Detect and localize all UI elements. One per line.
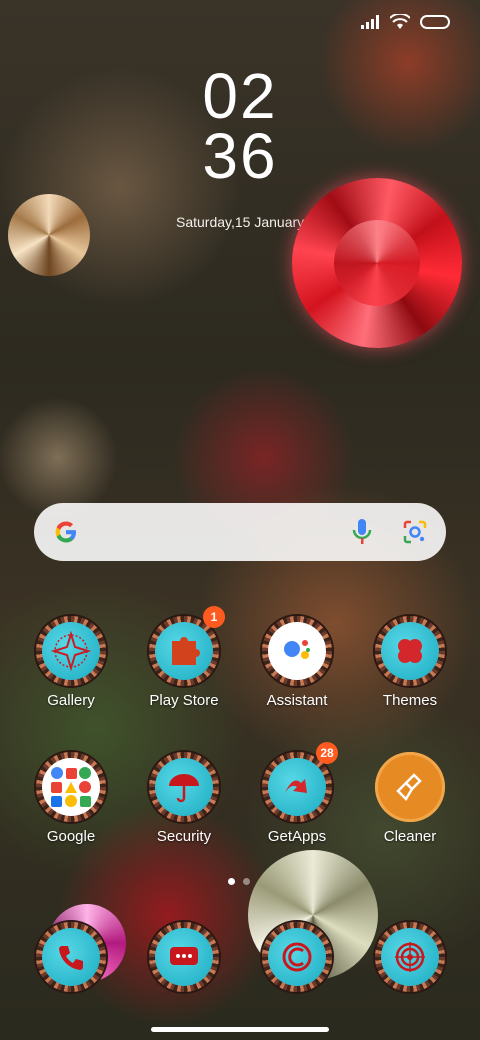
app-security[interactable]: Security	[134, 752, 234, 845]
status-bar	[360, 14, 450, 30]
wifi-icon	[390, 14, 410, 29]
page-dot	[243, 878, 250, 885]
app-assistant[interactable]: Assistant	[247, 616, 347, 709]
themes-icon	[381, 622, 439, 680]
notification-badge: 1	[203, 606, 225, 628]
page-dot-active	[228, 878, 235, 885]
microphone-icon[interactable]	[352, 518, 372, 546]
google-search-bar[interactable]	[34, 503, 446, 561]
lock-clock: 02 36	[0, 60, 480, 192]
app-gallery[interactable]: Gallery	[21, 616, 121, 709]
notification-badge: 28	[316, 742, 338, 764]
app-play-store[interactable]: 1 Play Store	[134, 606, 234, 709]
app-cleaner[interactable]: Cleaner	[360, 752, 460, 845]
wallpaper-red-gem	[292, 178, 462, 348]
clock-minute: 36	[202, 120, 278, 192]
app-label: Themes	[382, 692, 438, 709]
lens-icon[interactable]	[402, 519, 428, 545]
app-label: GetApps	[267, 828, 327, 845]
google-g-icon	[55, 521, 76, 543]
app-themes[interactable]: Themes	[360, 616, 460, 709]
dock-browser[interactable]	[247, 922, 347, 992]
gallery-icon	[42, 622, 100, 680]
dock-camera[interactable]	[360, 922, 460, 992]
app-label: Google	[46, 828, 96, 845]
app-label: Play Store	[149, 692, 219, 709]
battery-icon	[420, 15, 450, 29]
clock-hour: 02	[202, 60, 278, 132]
page-indicator	[228, 878, 250, 885]
app-getapps[interactable]: 28 GetApps	[247, 742, 347, 845]
app-label: Assistant	[266, 692, 328, 709]
app-label: Cleaner	[383, 828, 437, 845]
wallpaper-gold-gem	[8, 194, 90, 276]
dock-messages[interactable]	[134, 922, 234, 992]
messages-icon	[155, 928, 213, 986]
security-icon	[155, 758, 213, 816]
dock-phone[interactable]	[21, 922, 121, 992]
play-store-icon	[155, 622, 213, 680]
camera-icon	[381, 928, 439, 986]
app-label: Gallery	[47, 692, 95, 709]
getapps-icon	[268, 758, 326, 816]
assistant-icon	[268, 622, 326, 680]
clock-date: Saturday,15 January	[176, 214, 305, 230]
signal-bars-icon	[361, 15, 379, 29]
phone-icon	[42, 928, 100, 986]
browser-icon	[268, 928, 326, 986]
home-gesture-bar[interactable]	[151, 1027, 329, 1032]
app-google[interactable]: Google	[21, 752, 121, 845]
cleaner-icon	[375, 752, 445, 822]
app-label: Security	[156, 828, 212, 845]
google-folder-icon	[42, 758, 100, 816]
